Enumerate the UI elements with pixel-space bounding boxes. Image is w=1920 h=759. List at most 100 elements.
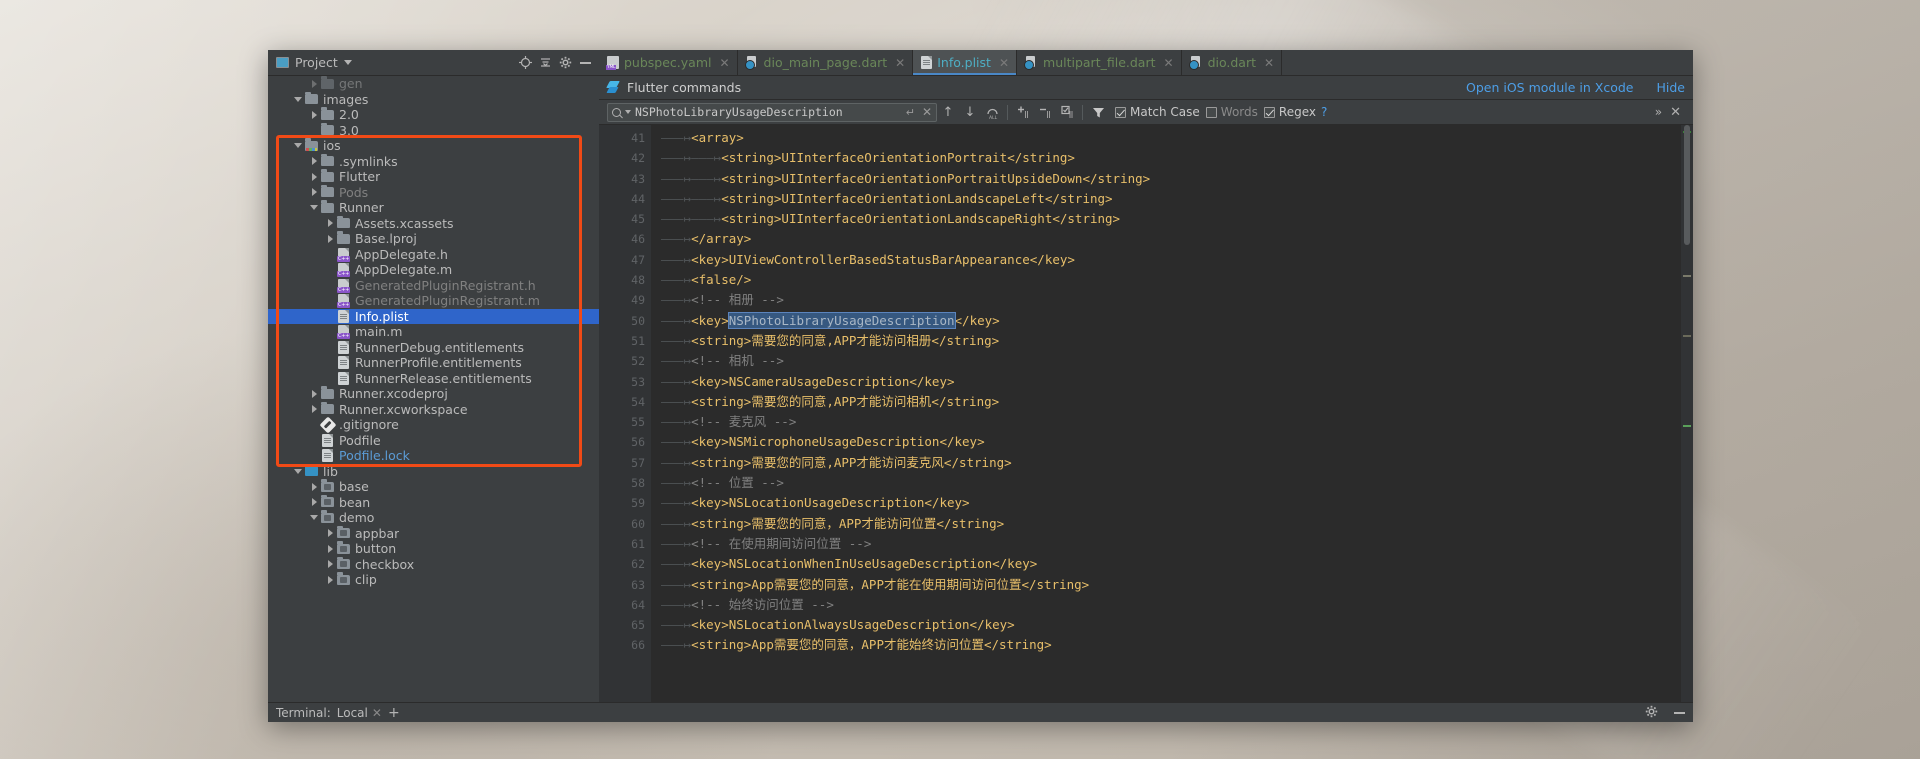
- project-tool-window-button[interactable]: Project: [276, 55, 352, 70]
- regex-help-icon[interactable]: ?: [1321, 105, 1327, 119]
- minimize-icon[interactable]: [1674, 711, 1685, 714]
- editor-tab-info-plist[interactable]: Info.plist ✕: [913, 50, 1018, 75]
- next-match-button[interactable]: ↓: [959, 101, 981, 123]
- code-line[interactable]: ———↦<key>NSPhotoLibraryUsageDescription<…: [651, 311, 1681, 331]
- editor-tab-dio-dart[interactable]: dio.dart ✕: [1181, 50, 1283, 75]
- tree-item-appdelegate-h[interactable]: C++ AppDelegate.h: [268, 247, 599, 263]
- tree-item-runner-xcworkspace[interactable]: Runner.xcworkspace: [268, 401, 599, 418]
- tree-item-images[interactable]: images: [268, 91, 599, 108]
- tree-item-pods[interactable]: Pods: [268, 184, 599, 201]
- more-options-icon[interactable]: »: [1655, 105, 1662, 119]
- collapse-all-icon[interactable]: [535, 53, 555, 73]
- code-line[interactable]: ———↦<string>需要您的同意,APP才能访问相册</string>: [651, 331, 1681, 351]
- tree-item-demo[interactable]: demo: [268, 510, 599, 526]
- tree-item-runnerrelease-entitlements[interactable]: RunnerRelease.entitlements: [268, 371, 599, 387]
- code-line[interactable]: ———↦———↦<string>UIInterfaceOrientationLa…: [651, 189, 1681, 209]
- tree-item-ios[interactable]: ios: [268, 138, 599, 154]
- tree-item-info-plist[interactable]: Info.plist: [268, 308, 599, 324]
- terminal-local-tab[interactable]: Local ✕: [337, 706, 382, 720]
- tree-item-main-m[interactable]: C++ main.m: [268, 324, 599, 340]
- chevron-right-icon[interactable]: [324, 217, 336, 229]
- search-history-chevron-icon[interactable]: [625, 110, 631, 114]
- code-line[interactable]: ———↦<!-- 始终访问位置 -->: [651, 595, 1681, 615]
- chevron-down-icon[interactable]: [292, 93, 304, 105]
- code-line[interactable]: ———↦———↦<string>UIInterfaceOrientationLa…: [651, 209, 1681, 229]
- code-line[interactable]: ———↦———↦<string>UIInterfaceOrientationPo…: [651, 148, 1681, 168]
- add-terminal-icon[interactable]: +: [388, 705, 400, 721]
- tree-item-appdelegate-m[interactable]: C++ AppDelegate.m: [268, 262, 599, 278]
- hide-panel-icon[interactable]: [575, 53, 595, 73]
- gear-icon[interactable]: [1645, 705, 1658, 721]
- tree-item-appbar[interactable]: appbar: [268, 525, 599, 542]
- filter-button[interactable]: [1087, 101, 1109, 123]
- chevron-right-icon[interactable]: [308, 388, 320, 400]
- chevron-right-icon[interactable]: [308, 496, 320, 508]
- code-line[interactable]: ———↦<string>需要您的同意，APP才能访问位置</string>: [651, 514, 1681, 534]
- chevron-right-icon[interactable]: [308, 109, 320, 121]
- tree-item-runner-xcodeproj[interactable]: Runner.xcodeproj: [268, 386, 599, 402]
- chevron-down-icon[interactable]: [343, 60, 352, 65]
- remove-selection-button[interactable]: [1034, 101, 1056, 123]
- tree-item-bean[interactable]: bean: [268, 494, 599, 511]
- close-icon[interactable]: ✕: [372, 706, 382, 720]
- chevron-right-icon[interactable]: [324, 527, 336, 539]
- tree-item-base[interactable]: base: [268, 479, 599, 495]
- code-line[interactable]: ———↦<key>NSLocationAlwaysUsageDescriptio…: [651, 615, 1681, 635]
- code-line[interactable]: ———↦<array>: [651, 128, 1681, 148]
- code-line[interactable]: ———↦<!-- 相机 -->: [651, 351, 1681, 371]
- tree-item-lib[interactable]: lib: [268, 463, 599, 480]
- scroll-marker[interactable]: [1683, 335, 1691, 337]
- tree-item-button[interactable]: button: [268, 541, 599, 557]
- chevron-right-icon[interactable]: [324, 558, 336, 570]
- chevron-down-icon[interactable]: [292, 465, 304, 477]
- regex-checkbox[interactable]: Regex: [1263, 105, 1316, 119]
- tree-item-flutter[interactable]: Flutter: [268, 169, 599, 185]
- chevron-right-icon[interactable]: [308, 186, 320, 198]
- code-line[interactable]: ———↦<key>NSLocationUsageDescription</key…: [651, 493, 1681, 513]
- code-line[interactable]: ———↦<!-- 麦克风 -->: [651, 412, 1681, 432]
- close-tab-icon[interactable]: ✕: [719, 56, 729, 70]
- code-content[interactable]: ———↦<array> ———↦———↦<string>UIInterfaceOr…: [651, 125, 1681, 702]
- close-tab-icon[interactable]: ✕: [895, 56, 905, 70]
- editor-tab-dio-main-page-dart[interactable]: dio_main_page.dart ✕: [737, 50, 914, 75]
- code-line[interactable]: ———↦<key>NSCameraUsageDescription</key>: [651, 372, 1681, 392]
- tree-item-runnerprofile-entitlements[interactable]: RunnerProfile.entitlements: [268, 355, 599, 371]
- tree-item-runnerdebug-entitlements[interactable]: RunnerDebug.entitlements: [268, 340, 599, 356]
- tree-item-2-0[interactable]: 2.0: [268, 107, 599, 123]
- add-selection-button[interactable]: [1012, 101, 1034, 123]
- tree-item-gen[interactable]: gen: [268, 76, 599, 92]
- tree-item-symlinks[interactable]: .symlinks: [268, 153, 599, 170]
- code-line[interactable]: ———↦<!-- 在使用期间访问位置 -->: [651, 534, 1681, 554]
- tree-item-base-lproj[interactable]: Base.lproj: [268, 231, 599, 247]
- code-line[interactable]: ———↦<key>UIViewControllerBasedStatusBarA…: [651, 250, 1681, 270]
- chevron-right-icon[interactable]: [324, 543, 336, 555]
- chevron-right-icon[interactable]: [324, 574, 336, 586]
- tree-item-podfile-lock[interactable]: Podfile.lock: [268, 448, 599, 464]
- hide-link[interactable]: Hide: [1657, 80, 1686, 95]
- chevron-right-icon[interactable]: [308, 155, 320, 167]
- tree-item-clip[interactable]: clip: [268, 572, 599, 588]
- chevron-down-icon[interactable]: [308, 512, 320, 524]
- close-tab-icon[interactable]: ✕: [999, 56, 1009, 70]
- tree-item-generatedpluginregistrant-h[interactable]: C++ GeneratedPluginRegistrant.h: [268, 278, 599, 294]
- code-line[interactable]: ———↦<string>需要您的同意,APP才能访问相机</string>: [651, 392, 1681, 412]
- code-line[interactable]: ———↦<!-- 位置 -->: [651, 473, 1681, 493]
- close-find-icon[interactable]: ✕: [1670, 105, 1681, 120]
- tree-item-checkbox[interactable]: checkbox: [268, 556, 599, 573]
- editor-tab-multipart-file-dart[interactable]: multipart_file.dart ✕: [1017, 50, 1182, 75]
- code-line[interactable]: ———↦</array>: [651, 229, 1681, 249]
- close-tab-icon[interactable]: ✕: [1164, 56, 1174, 70]
- chevron-right-icon[interactable]: [308, 481, 320, 493]
- code-line[interactable]: ———↦<string>App需要您的同意，APP才能在使用期间访问位置</st…: [651, 575, 1681, 595]
- locate-icon[interactable]: [515, 53, 535, 73]
- gear-icon[interactable]: [555, 53, 575, 73]
- editor-area[interactable]: 41 42 43 44 45 46 47 48 49 50 51 52 53 54 55 56 57 58 59 60…: [599, 125, 1693, 702]
- match-case-checkbox[interactable]: Match Case: [1115, 105, 1200, 119]
- code-line[interactable]: ———↦<string>需要您的同意,APP才能访问麦克风</string>: [651, 453, 1681, 473]
- editor-scroll-markers[interactable]: [1681, 125, 1693, 702]
- code-line[interactable]: ———↦<string>App需要您的同意，APP才能始终访问位置</strin…: [651, 635, 1681, 655]
- tree-item-runner[interactable]: Runner: [268, 200, 599, 216]
- words-checkbox[interactable]: Words: [1205, 105, 1258, 119]
- select-all-occurrences-button[interactable]: ALL: [981, 101, 1003, 123]
- chevron-right-icon[interactable]: [308, 171, 320, 183]
